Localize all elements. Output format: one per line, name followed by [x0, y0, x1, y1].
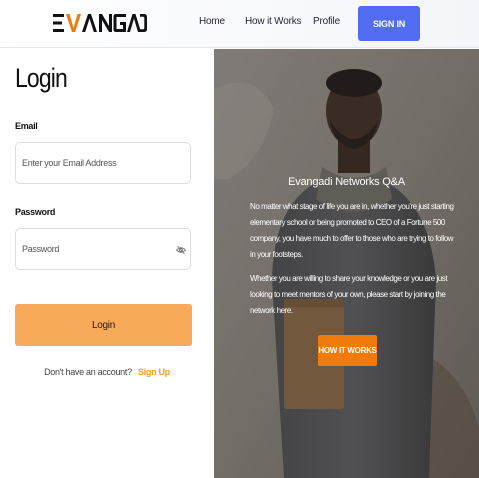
sign-up-link[interactable]: Sign Up [138, 367, 170, 377]
login-button[interactable]: Login [15, 304, 192, 346]
hero-paragraph-1: No matter what stage of life you are in,… [250, 202, 454, 259]
evangadi-logo-wordmark [53, 14, 147, 32]
password-label: Password [15, 207, 56, 217]
hero-overlay [214, 49, 479, 478]
eye-off-icon-graphic [175, 245, 187, 255]
hero-title: Evangadi Networks Q&A [288, 176, 405, 188]
sign-in-button[interactable]: SIGN IN [358, 6, 420, 41]
how-it-works-button[interactable]: HOW IT WORKS [318, 335, 377, 366]
nav-how-it-works-link[interactable]: How it Works [245, 16, 302, 27]
nav-home-link[interactable]: Home [199, 16, 225, 27]
top-navbar: Home How it Works Profile SIGN IN [0, 0, 479, 48]
eye-off-icon[interactable] [175, 243, 187, 255]
signup-prompt: Don't have an account? [44, 367, 132, 377]
password-input[interactable] [15, 228, 191, 270]
signup-row: Don't have an account? Sign Up [0, 367, 214, 377]
email-label: Email [15, 121, 38, 131]
hero-panel: Evangadi Networks Q&A No matter what sta… [214, 49, 479, 478]
evangadi-logo[interactable] [52, 8, 148, 38]
hero-paragraph-2: Whether you are willing to share your kn… [250, 274, 448, 315]
email-input[interactable] [15, 142, 191, 184]
nav-profile-link[interactable]: Profile [313, 16, 340, 27]
login-title: Login [15, 63, 68, 93]
